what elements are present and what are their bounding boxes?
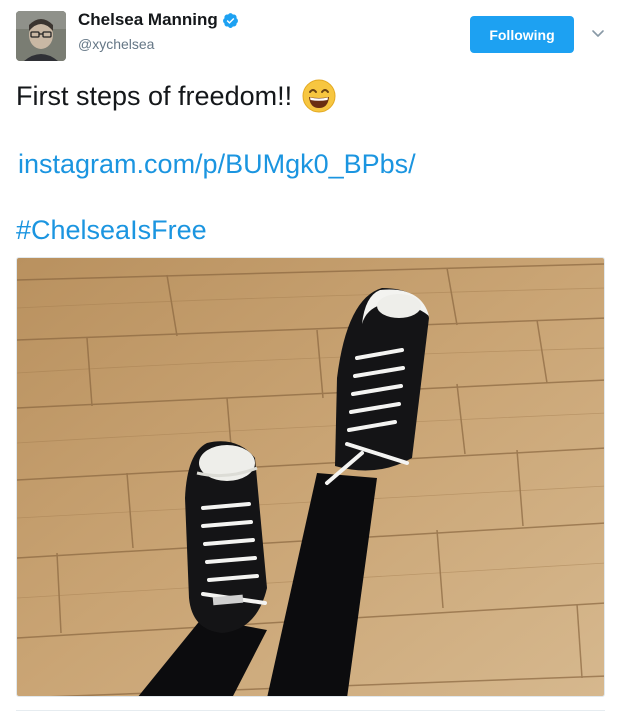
following-button[interactable]: Following [470,16,574,53]
tweet-text: First steps of freedom!! [16,78,336,114]
chevron-down-icon[interactable] [589,24,607,42]
display-name[interactable]: Chelsea Manning [78,10,218,30]
instagram-link[interactable]: instagram.com/p/BUMgk0_BPbs/ [18,146,416,182]
user-handle[interactable]: @xychelsea [78,36,154,52]
divider [16,710,605,711]
photo-sneakers-icon [17,258,604,696]
tweet-card: Chelsea Manning @xychelsea Following Fir… [0,0,624,716]
grinning-face-icon [302,79,336,113]
avatar-image [16,11,66,61]
tweet-text-content: First steps of freedom!! [16,81,293,111]
avatar[interactable] [16,11,66,61]
hashtag-link[interactable]: #ChelseaIsFree [16,212,207,248]
name-row: Chelsea Manning [78,10,239,30]
tweet-photo[interactable] [16,257,605,697]
verified-badge-icon [222,12,239,29]
